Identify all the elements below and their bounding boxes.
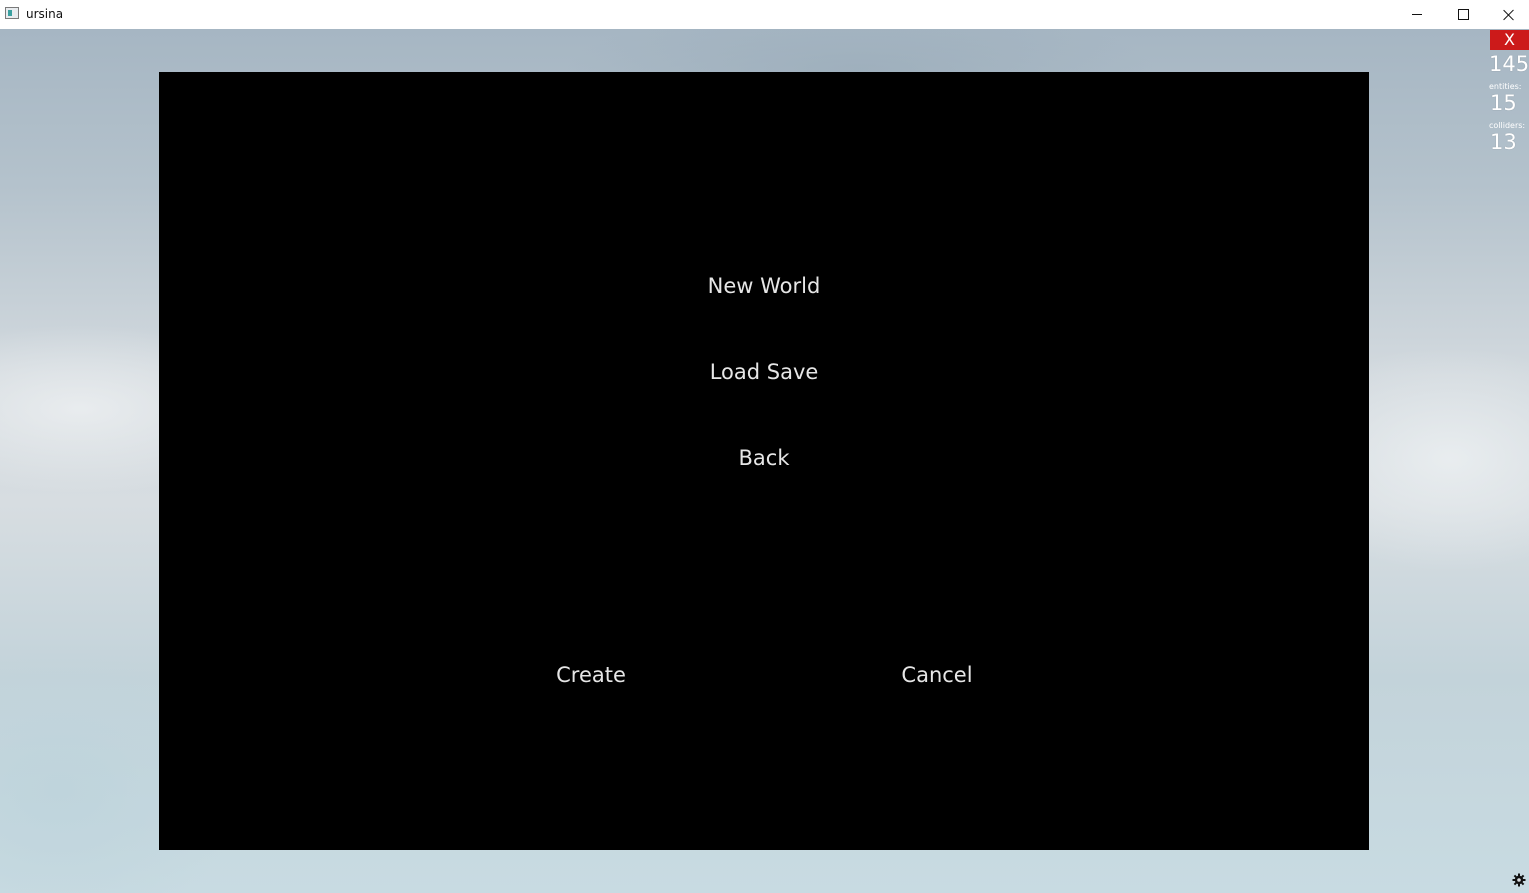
window-title: ursina: [26, 7, 64, 21]
gear-icon[interactable]: [1512, 873, 1526, 887]
window-title-bar[interactable]: ursina: [0, 0, 1529, 29]
close-window-button[interactable]: [1486, 0, 1529, 29]
colliders-count: 13: [1490, 130, 1517, 154]
exit-button[interactable]: X: [1490, 30, 1529, 50]
fps-counter: 145: [1489, 52, 1529, 76]
load-save-button[interactable]: Load Save: [710, 358, 819, 386]
cancel-button[interactable]: Cancel: [901, 661, 972, 689]
close-icon: [1503, 9, 1515, 21]
minimize-icon: [1412, 14, 1422, 15]
minimize-button[interactable]: [1394, 0, 1440, 29]
app-icon: [5, 7, 19, 19]
back-button[interactable]: Back: [739, 444, 790, 472]
maximize-icon: [1457, 9, 1469, 20]
entities-count: 15: [1490, 91, 1517, 115]
menu-panel: New World Load Save Back Create Cancel: [159, 72, 1369, 850]
new-world-button[interactable]: New World: [708, 272, 821, 300]
create-button[interactable]: Create: [556, 661, 626, 689]
maximize-button[interactable]: [1440, 0, 1486, 29]
